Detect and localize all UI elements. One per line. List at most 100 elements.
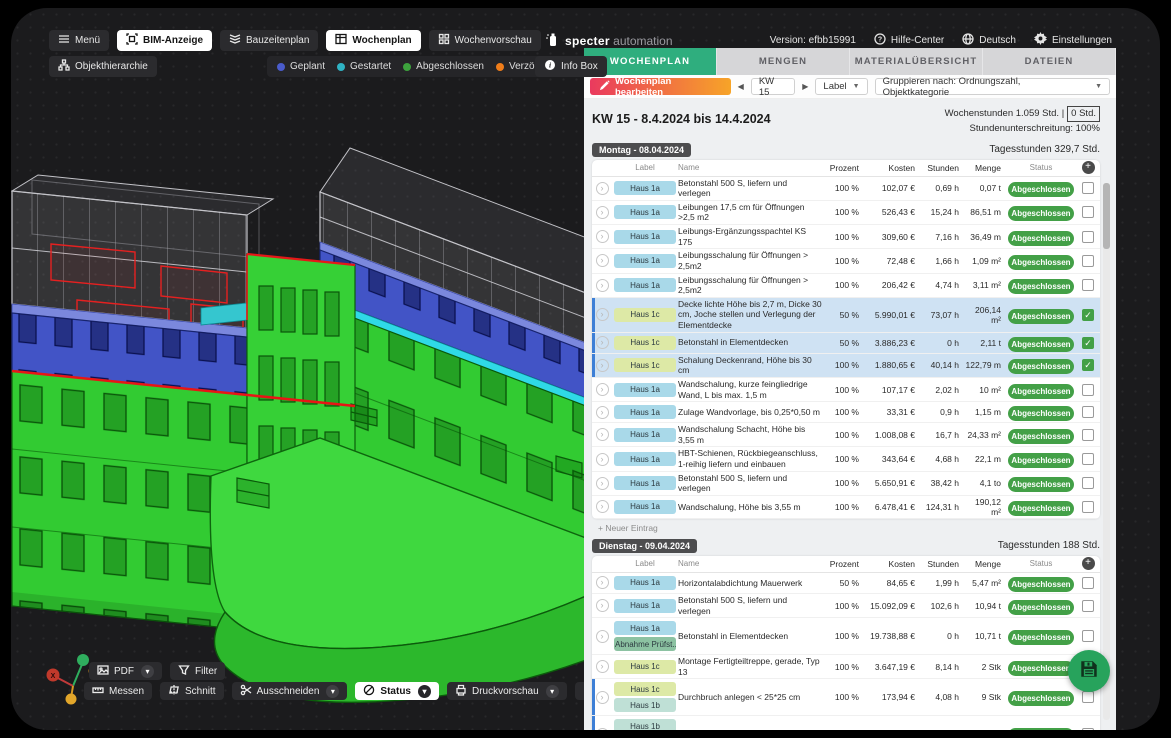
expand-row-icon[interactable]: › bbox=[596, 308, 609, 321]
viewport-tool-druckvorschau[interactable]: Druckvorschau▾ bbox=[447, 682, 567, 700]
panel-scrollbar[interactable] bbox=[1103, 183, 1110, 720]
table-row[interactable]: ›Haus 1aBetonstahl 500 S, liefern und ve… bbox=[592, 472, 1100, 496]
objekthierarchie-button[interactable]: Objekthierarchie bbox=[49, 56, 157, 77]
row-checkbox[interactable] bbox=[1082, 206, 1094, 218]
table-row[interactable]: ›Haus 1aWandschalung, kurze feingliedrig… bbox=[592, 378, 1100, 402]
table-row[interactable]: ›Haus 1aHorizontalabdichtung Mauerwerk50… bbox=[592, 573, 1100, 594]
row-checkbox[interactable] bbox=[1082, 691, 1094, 703]
expand-row-icon[interactable]: › bbox=[596, 630, 609, 643]
expand-row-icon[interactable]: › bbox=[596, 254, 609, 267]
expand-row-icon[interactable]: › bbox=[596, 477, 609, 490]
status-badge[interactable]: Abgeschlossen bbox=[1008, 429, 1074, 444]
language-button[interactable]: Deutsch bbox=[962, 33, 1016, 48]
row-checkbox[interactable] bbox=[1082, 231, 1094, 243]
expand-row-icon[interactable]: › bbox=[596, 599, 609, 612]
settings-button[interactable]: Einstellungen bbox=[1034, 32, 1112, 48]
viewport-tool-ausschneiden[interactable]: Ausschneiden▾ bbox=[232, 682, 348, 700]
row-checkbox[interactable] bbox=[1082, 600, 1094, 612]
label-chip[interactable]: Haus 1a bbox=[614, 205, 676, 219]
status-badge[interactable]: Abgeschlossen bbox=[1008, 384, 1074, 399]
status-badge[interactable]: Abgeschlossen bbox=[1008, 501, 1074, 516]
table-row[interactable]: ›Haus 1cSchalung Deckenrand, Höhe bis 30… bbox=[592, 354, 1100, 378]
label-chip[interactable]: Haus 1a bbox=[614, 428, 676, 442]
expand-row-icon[interactable]: › bbox=[596, 691, 609, 704]
group-by-dropdown[interactable]: Gruppieren nach: Ordnungszahl, Objektkat… bbox=[875, 78, 1110, 95]
table-row[interactable]: ›Haus 1cBetonstahl in Elementdecken50 %3… bbox=[592, 333, 1100, 354]
row-checkbox[interactable] bbox=[1082, 255, 1094, 267]
table-row[interactable]: ›Haus 1aLeibungen 17,5 cm für Öffnungen … bbox=[592, 201, 1100, 225]
label-chip[interactable]: Haus 1c bbox=[614, 358, 676, 372]
wochenvorschau-button[interactable]: Wochenvorschau bbox=[429, 30, 541, 51]
label-chip[interactable]: Haus 1b bbox=[614, 698, 676, 712]
label-chip[interactable]: Haus 1a bbox=[614, 599, 676, 613]
label-chip[interactable]: Haus 1a bbox=[614, 405, 676, 419]
status-badge[interactable]: Abgeschlossen bbox=[1008, 406, 1074, 421]
label-chip[interactable]: Haus 1a bbox=[614, 181, 676, 195]
table-row[interactable]: ›Haus 1bHaus 1cBetonage Decke bis 25 cm,… bbox=[592, 716, 1100, 730]
save-button[interactable] bbox=[1068, 650, 1110, 692]
add-row-button[interactable]: + bbox=[1082, 557, 1095, 570]
label-filter-dropdown[interactable]: Label▼ bbox=[815, 78, 867, 95]
panel-scrollbar-thumb[interactable] bbox=[1103, 183, 1110, 249]
table-row[interactable]: ›Haus 1aWandschalung Schacht, Höhe bis 3… bbox=[592, 423, 1100, 447]
label-chip[interactable]: Haus 1a bbox=[614, 500, 676, 514]
status-badge[interactable]: Abgeschlossen bbox=[1008, 453, 1074, 468]
gizmo-z-axis[interactable] bbox=[77, 654, 89, 666]
row-checkbox[interactable] bbox=[1082, 501, 1094, 513]
label-chip[interactable]: Haus 1a bbox=[614, 452, 676, 466]
viewport-tool-schnitt[interactable]: Schnitt bbox=[160, 682, 224, 700]
row-checkbox[interactable]: ✓ bbox=[1082, 337, 1094, 349]
table-row[interactable]: ›Haus 1aWandschalung, Höhe bis 3,55 m100… bbox=[592, 496, 1100, 519]
expand-row-icon[interactable]: › bbox=[596, 279, 609, 292]
bim-anzeige-button[interactable]: BIM-Anzeige bbox=[117, 30, 212, 51]
expand-row-icon[interactable]: › bbox=[596, 383, 609, 396]
expand-row-icon[interactable]: › bbox=[596, 182, 609, 195]
info-box-button[interactable]: iInfo Box bbox=[535, 56, 607, 77]
status-badge[interactable]: Abgeschlossen bbox=[1008, 279, 1074, 294]
status-badge[interactable]: Abgeschlossen bbox=[1008, 309, 1074, 324]
expand-row-icon[interactable]: › bbox=[596, 230, 609, 243]
table-row[interactable]: ›Haus 1cMontage Fertigteiltreppe, gerade… bbox=[592, 655, 1100, 679]
expand-row-icon[interactable]: › bbox=[596, 453, 609, 466]
status-badge[interactable]: Abgeschlossen bbox=[1008, 691, 1074, 706]
bim-3d-model[interactable] bbox=[11, 8, 584, 722]
row-checkbox[interactable] bbox=[1082, 406, 1094, 418]
table-row[interactable]: ›Haus 1aLeibungsschalung für Öffnungen >… bbox=[592, 249, 1100, 273]
label-chip[interactable]: Haus 1a bbox=[614, 254, 676, 268]
status-badge[interactable]: Abgeschlossen bbox=[1008, 337, 1074, 352]
label-chip[interactable]: Haus 1c bbox=[614, 682, 676, 696]
status-badge[interactable]: Abgeschlossen bbox=[1008, 231, 1074, 246]
help-center-button[interactable]: ?Hilfe-Center bbox=[874, 33, 944, 48]
expand-row-icon[interactable]: › bbox=[596, 206, 609, 219]
table-row[interactable]: ›Haus 1cDecke lichte Höhe bis 2,7 m, Dic… bbox=[592, 298, 1100, 333]
next-week-button[interactable]: ▶ bbox=[802, 82, 808, 91]
table-row[interactable]: ›Haus 1aLeibungsschalung für Öffnungen >… bbox=[592, 274, 1100, 298]
row-checkbox[interactable] bbox=[1082, 429, 1094, 441]
viewport-tool-filter[interactable]: Filter bbox=[170, 662, 225, 680]
row-checkbox[interactable] bbox=[1082, 577, 1094, 589]
viewport-tool-pdf[interactable]: PDF▾ bbox=[89, 662, 162, 680]
expand-row-icon[interactable]: › bbox=[596, 406, 609, 419]
table-row[interactable]: ›Haus 1cHaus 1bDurchbruch anlegen < 25*2… bbox=[592, 679, 1100, 716]
status-badge[interactable]: Abgeschlossen bbox=[1008, 728, 1074, 730]
row-checkbox[interactable] bbox=[1082, 453, 1094, 465]
label-chip[interactable]: Haus 1a bbox=[614, 383, 676, 397]
status-badge[interactable]: Abgeschlossen bbox=[1008, 182, 1074, 197]
label-chip[interactable]: Haus 1a bbox=[614, 576, 676, 590]
expand-row-icon[interactable]: › bbox=[596, 576, 609, 589]
status-badge[interactable]: Abgeschlossen bbox=[1008, 206, 1074, 221]
week-selector[interactable]: KW 15 bbox=[751, 78, 795, 95]
expand-chevron-icon[interactable]: ▾ bbox=[326, 685, 339, 698]
expand-row-icon[interactable]: › bbox=[596, 359, 609, 372]
expand-row-icon[interactable]: › bbox=[596, 728, 609, 730]
expand-row-icon[interactable]: › bbox=[596, 336, 609, 349]
label-chip[interactable]: Abnahme Prüfst.. bbox=[614, 637, 676, 651]
label-chip[interactable]: Haus 1a bbox=[614, 621, 676, 635]
row-checkbox[interactable]: ✓ bbox=[1082, 359, 1094, 371]
menu-button[interactable]: Menü bbox=[49, 30, 109, 51]
expand-row-icon[interactable]: › bbox=[596, 660, 609, 673]
row-checkbox[interactable] bbox=[1082, 182, 1094, 194]
status-badge[interactable]: Abgeschlossen bbox=[1008, 477, 1074, 492]
status-badge[interactable]: Abgeschlossen bbox=[1008, 577, 1074, 592]
label-chip[interactable]: Haus 1b bbox=[614, 719, 676, 730]
